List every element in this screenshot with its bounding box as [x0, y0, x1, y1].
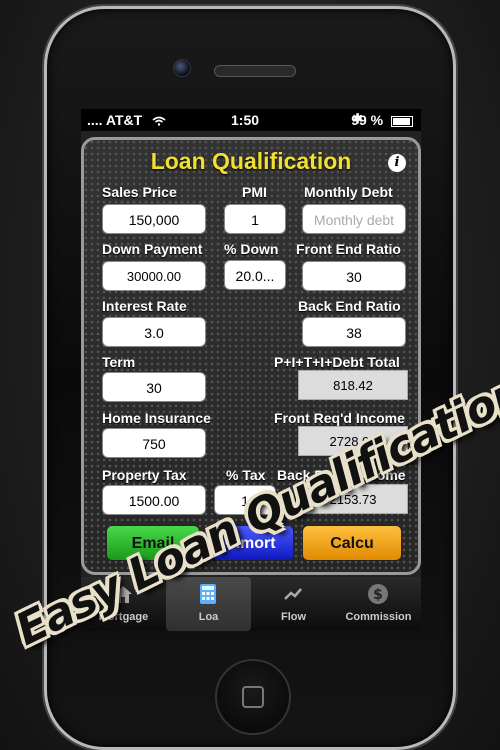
back-end-ratio-input[interactable]: 38 — [302, 317, 406, 347]
pct-tax-label: % Tax — [226, 467, 266, 483]
pitid-total-value: 818.42 — [298, 370, 408, 400]
monthly-debt-label: Monthly Debt — [304, 184, 393, 200]
pitid-total-label: P+I+T+I+Debt Total — [274, 354, 400, 370]
term-input[interactable]: 30 — [102, 372, 206, 402]
clock: 1:50 — [231, 112, 260, 128]
carrier-label: .... AT&T — [87, 112, 143, 128]
battery-icon — [391, 115, 413, 127]
pmi-input[interactable]: 1 — [224, 204, 286, 234]
pct-down-input[interactable]: 20.0... — [224, 260, 286, 290]
tab-label: Commission — [345, 611, 412, 623]
phone-frame: .... AT&T 1:50 ✱ 99 % Loan Qualification… — [44, 6, 456, 750]
monthly-debt-input[interactable]: Monthly debt — [302, 204, 406, 234]
front-end-ratio-label: Front End Ratio — [296, 241, 401, 257]
home-insurance-label: Home Insurance — [102, 410, 211, 426]
dollar-icon: $ — [368, 584, 388, 604]
interest-rate-label: Interest Rate — [102, 298, 187, 314]
property-tax-input[interactable]: 1500.00 — [102, 485, 206, 515]
sales-price-input[interactable]: 150,000 — [102, 204, 206, 234]
pmi-label: PMI — [242, 184, 267, 200]
sales-price-label: Sales Price — [102, 184, 177, 200]
down-payment-input[interactable]: 30000.00 — [102, 261, 206, 291]
tab-label: Loa — [198, 611, 219, 623]
calculator-icon — [200, 584, 216, 604]
tab-label: Flow — [280, 611, 307, 623]
home-insurance-input[interactable]: 750 — [102, 428, 206, 458]
home-square-icon — [242, 686, 264, 708]
status-bar: .... AT&T 1:50 ✱ 99 % — [81, 109, 421, 131]
calculate-button[interactable]: Calcu — [302, 525, 402, 561]
back-end-ratio-label: Back End Ratio — [298, 298, 401, 314]
pct-down-label: % Down — [224, 241, 279, 257]
tab-commission[interactable]: $ Commission — [336, 577, 421, 631]
battery-percent: 99 % — [351, 112, 384, 128]
camera-icon — [173, 59, 191, 77]
front-end-ratio-input[interactable]: 30 — [302, 261, 406, 291]
info-icon[interactable]: i — [388, 154, 406, 172]
home-button[interactable] — [215, 659, 291, 735]
wifi-icon — [152, 117, 166, 126]
down-payment-label: Down Payment — [102, 241, 203, 257]
flow-icon — [284, 588, 302, 600]
tab-flow[interactable]: Flow — [251, 577, 336, 631]
term-label: Term — [102, 354, 136, 370]
svg-text:$: $ — [373, 587, 383, 603]
interest-rate-input[interactable]: 3.0 — [102, 317, 206, 347]
property-tax-label: Property Tax — [102, 467, 187, 483]
tab-loan[interactable]: Loa — [166, 577, 251, 631]
page-title: Loan Qualification — [150, 148, 352, 174]
speaker-grille — [214, 65, 296, 77]
front-reqd-income-label: Front Req'd Income — [274, 410, 405, 426]
